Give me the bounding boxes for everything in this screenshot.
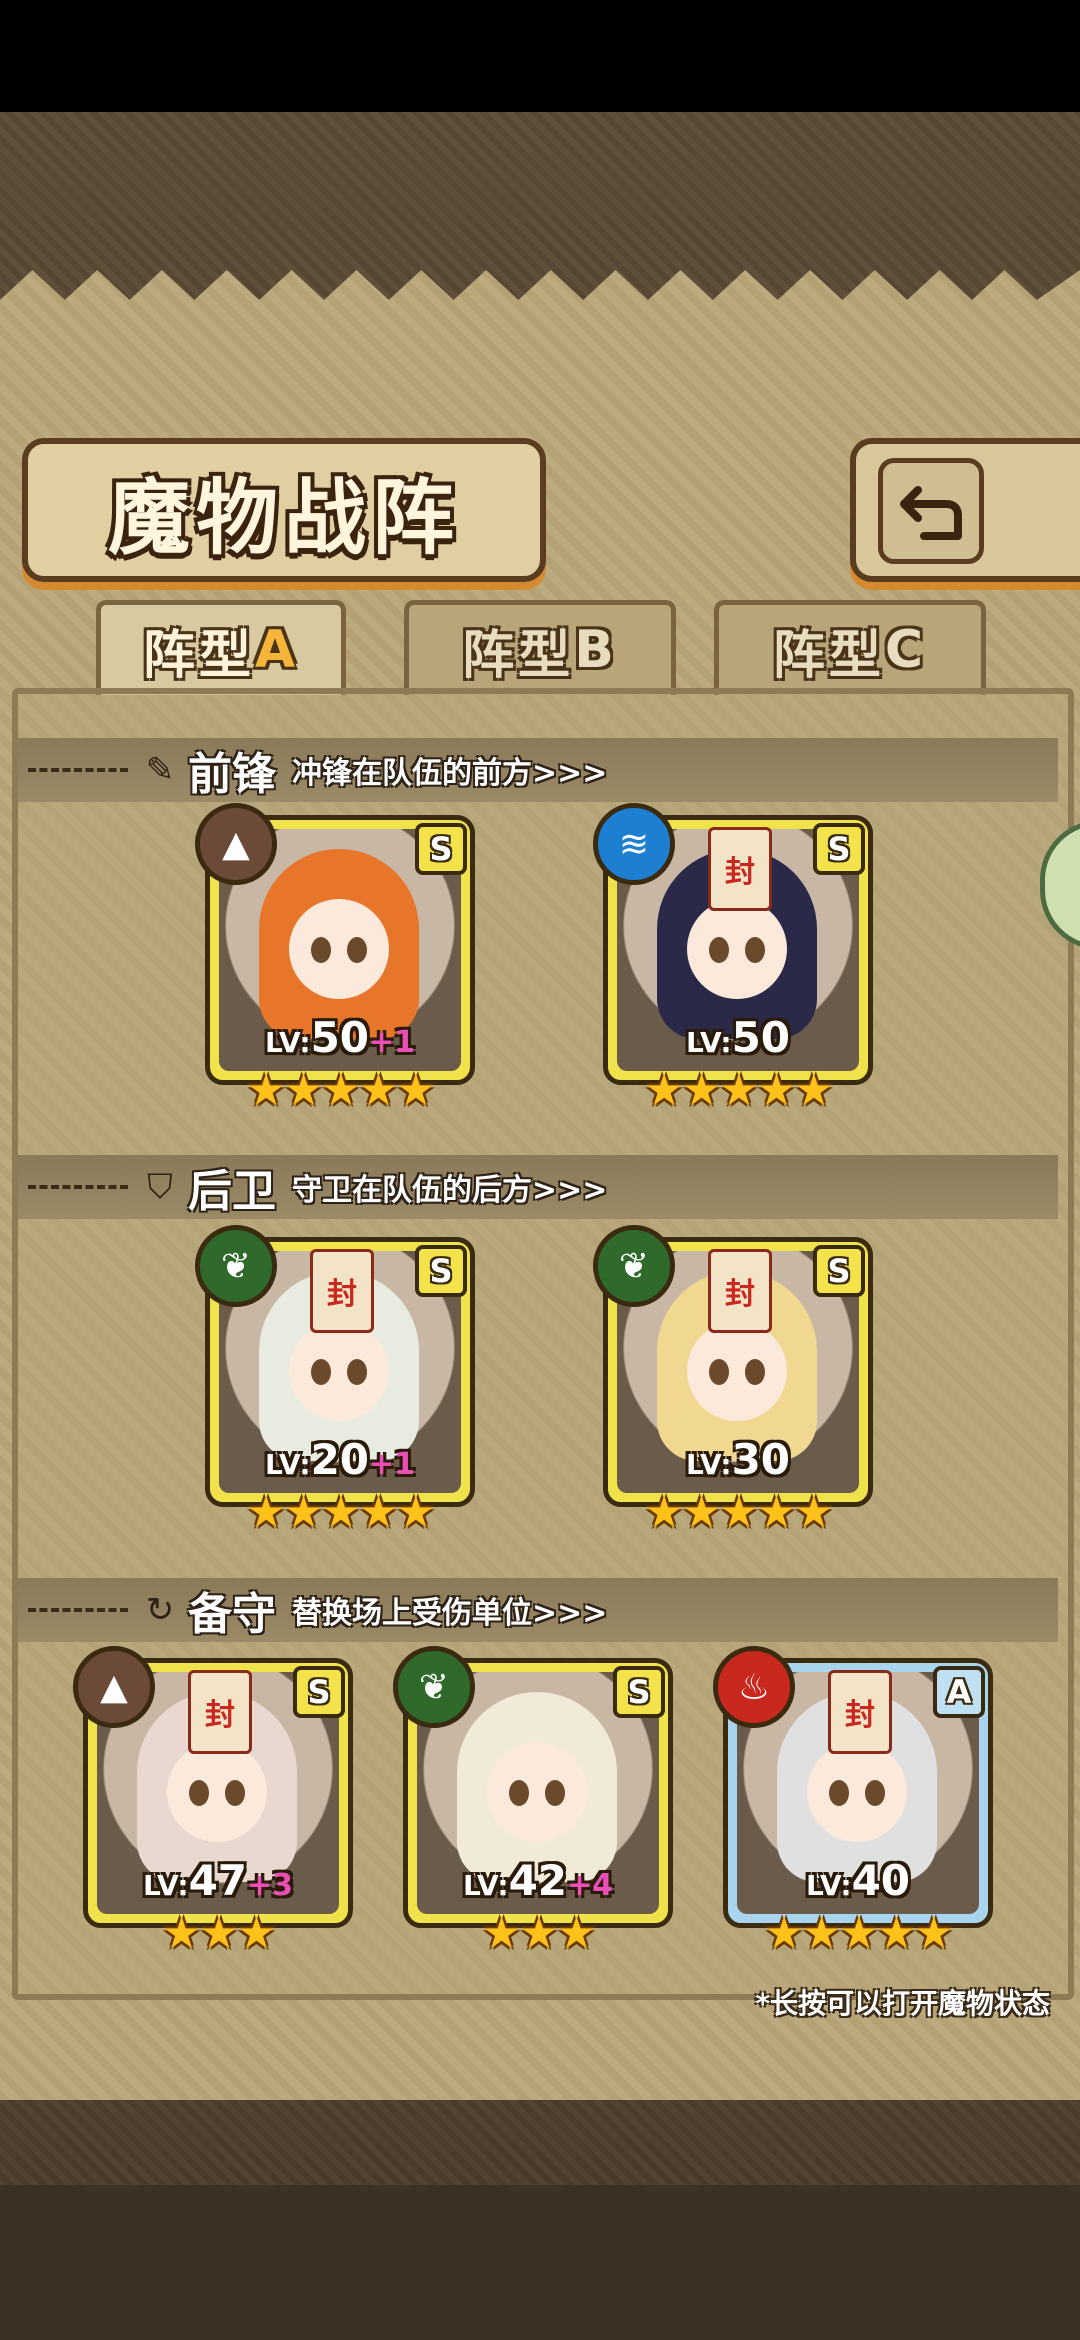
tab-formation-c[interactable]: 阵型 C [714,600,986,695]
monster-card[interactable]: A ♨ 封 LV:40 ★★★★★ [713,1646,993,1959]
tab-formation-a[interactable]: 阵型 A [96,600,346,695]
leaf-icon: ❦ [593,1225,675,1307]
monster-level: LV:47+3 [142,1856,294,1905]
seal-talisman: 封 [708,1249,772,1333]
swap-icon: ↻ [145,1590,175,1630]
monster-level: LV:30 [685,1435,791,1484]
star-rating: ★★★★★ [764,1908,953,1959]
bottom-map-strip [0,2185,1080,2340]
seal-talisman: 封 [310,1249,374,1333]
star-rating: ★★★★★ [246,1487,435,1538]
monster-level: LV:20+1 [264,1435,416,1484]
rank-badge: S [813,823,865,875]
star-rating: ★★★ [161,1908,276,1959]
monster-card[interactable]: S ❦ LV:42+4 ★★★ [393,1646,673,1959]
mountain-icon: ▲ [195,803,277,885]
return-arrow-icon [878,458,984,564]
mountain-icon: ▲ [73,1646,155,1728]
rank-badge: S [613,1666,665,1718]
status-bar [0,0,1080,112]
star-rating: ★★★★★ [644,1487,833,1538]
water-icon: ≋ [593,803,675,885]
long-press-hint: *长按可以打开魔物状态 [755,1987,1050,2020]
shield-icon: ⛉ [147,1167,173,1207]
monster-level: LV:50 [685,1013,791,1062]
section-reserve-header: ↻ 备守 替换场上受伤单位>>> [18,1578,1058,1642]
rank-badge: S [813,1245,865,1297]
monster-level: LV:42+4 [462,1856,614,1905]
star-rating: ★★★★★ [246,1065,435,1116]
tab-formation-b[interactable]: 阵型 B [404,600,676,695]
monster-card[interactable]: S ▲ LV:50+1 ★★★★★ [195,803,475,1116]
rank-badge: S [415,823,467,875]
rank-badge: S [415,1245,467,1297]
monster-level: LV:50+1 [264,1013,416,1062]
monster-card[interactable]: S ❦ 封 LV:20+1 ★★★★★ [195,1225,475,1538]
section-rear-header: ⛉ 后卫 守卫在队伍的后方>>> [18,1155,1058,1219]
star-rating: ★★★ [481,1908,596,1959]
monster-level: LV:40 [805,1856,911,1905]
star-rating: ★★★★★ [644,1065,833,1116]
rank-badge: A [933,1666,985,1718]
monster-card[interactable]: S ▲ 封 LV:47+3 ★★★ [73,1646,353,1959]
leaf-icon: ❦ [195,1225,277,1307]
seal-talisman: 封 [188,1670,252,1754]
leaf-icon: ❦ [393,1646,475,1728]
feather-icon: ✎ [145,750,175,790]
monster-card[interactable]: S ≋ 封 LV:50 ★★★★★ [593,803,873,1116]
monster-card[interactable]: S ❦ 封 LV:30 ★★★★★ [593,1225,873,1538]
fire-icon: ♨ [713,1646,795,1728]
section-vanguard-header: ✎ 前锋 冲锋在队伍的前方>>> [18,738,1058,802]
seal-talisman: 封 [828,1670,892,1754]
page-title: 魔物战阵 [107,469,460,566]
back-button[interactable] [850,438,1080,582]
rank-badge: S [293,1666,345,1718]
page-title-plate: 魔物战阵 [22,438,546,582]
seal-talisman: 封 [708,827,772,911]
